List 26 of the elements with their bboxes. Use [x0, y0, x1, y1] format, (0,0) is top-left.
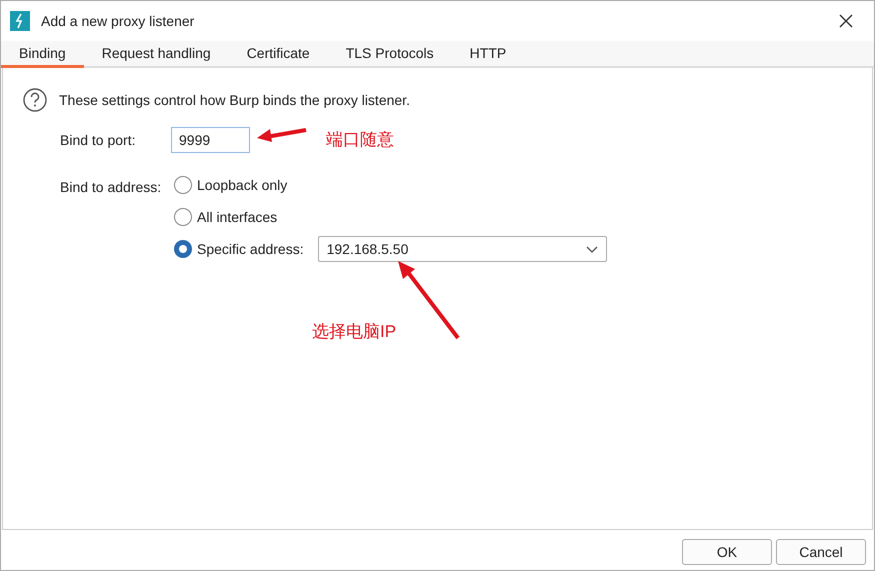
radio-label: All interfaces: [197, 208, 278, 226]
radio-button[interactable]: [174, 208, 192, 226]
radio-button[interactable]: [174, 176, 192, 194]
tab[interactable]: Binding: [1, 41, 84, 68]
tab[interactable]: Certificate: [228, 41, 328, 68]
port-field[interactable]: 9999: [171, 127, 250, 153]
tab[interactable]: HTTP: [452, 41, 524, 68]
chevron-down-icon: [586, 246, 598, 252]
annotation-text: 端口随意: [326, 129, 394, 151]
tab[interactable]: TLS Protocols: [328, 41, 452, 68]
window-title: Add a new proxy listener: [41, 12, 194, 31]
address-label: Bind to address:: [60, 178, 162, 197]
help-icon: [23, 88, 47, 112]
dialog-button[interactable]: OK: [682, 539, 772, 565]
dialog-button[interactable]: Cancel: [776, 539, 866, 565]
radio-label: Specific address:: [197, 240, 304, 259]
radio-button[interactable]: [174, 240, 192, 258]
app-logo-icon: [10, 11, 30, 31]
info-text: These settings control how Burp binds the proxy listener.: [59, 90, 410, 110]
annotation-text: 选择电脑IP: [312, 321, 396, 343]
radio-label: Loopback only: [197, 176, 288, 195]
tab[interactable]: Request handling: [84, 41, 229, 68]
address-dropdown[interactable]: 192.168.5.50: [318, 236, 607, 262]
port-label: Bind to port:: [60, 130, 136, 150]
close-icon[interactable]: [839, 14, 853, 28]
arrow: [256, 125, 308, 143]
